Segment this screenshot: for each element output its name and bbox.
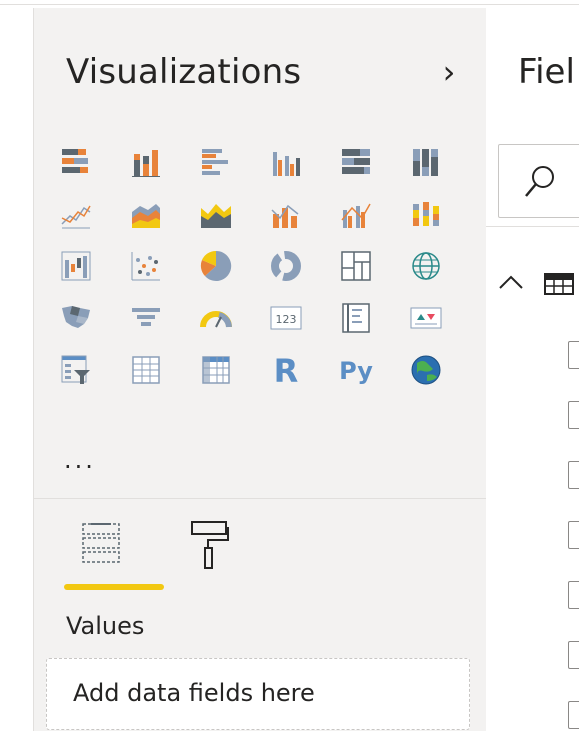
fields-icon [82,523,120,563]
more-visuals-button[interactable]: ... [64,446,96,474]
100-percent-stacked-column-chart-icon[interactable] [406,142,446,182]
pane-divider [34,498,486,499]
visualizations-pane: Visualizations › 123 R Py ... Values Add… [33,8,487,731]
visualizations-title: Visualizations [66,52,302,92]
waterfall-chart-icon[interactable] [56,246,96,286]
ribbon-chart-icon[interactable] [406,194,446,234]
line-and-stacked-column-chart-icon[interactable] [266,194,306,234]
python-visual-icon[interactable]: Py [336,350,376,390]
gauge-icon[interactable] [196,298,236,338]
search-icon [525,166,554,197]
filled-map-icon[interactable] [56,298,96,338]
values-drop-zone[interactable]: Add data fields here [46,658,470,730]
line-chart-icon[interactable] [56,194,96,234]
100-percent-stacked-bar-chart-icon[interactable] [336,142,376,182]
stacked-bar-chart-icon[interactable] [56,142,96,182]
stacked-area-chart-icon[interactable] [196,194,236,234]
field-checkbox[interactable] [568,521,579,549]
donut-chart-icon[interactable] [266,246,306,286]
table-icon[interactable] [126,350,166,390]
field-checkbox[interactable] [568,401,579,429]
multi-row-card-icon[interactable] [336,298,376,338]
scatter-chart-icon[interactable] [126,246,166,286]
fields-pane: Fiel [486,8,579,731]
paint-roller-icon [191,521,229,569]
chevron-right-icon[interactable]: › [434,54,464,90]
field-checkbox[interactable] [568,701,579,729]
field-checkbox[interactable] [568,581,579,609]
drop-zone-placeholder: Add data fields here [73,679,315,707]
fields-title: Fiel [518,52,575,92]
clustered-bar-chart-icon[interactable] [196,142,236,182]
fields-separator [486,226,579,227]
values-label: Values [66,612,145,640]
format-tab[interactable] [186,520,246,580]
stacked-column-chart-icon[interactable] [126,142,166,182]
funnel-icon[interactable] [126,298,166,338]
map-icon[interactable] [406,246,446,286]
line-and-clustered-column-chart-icon[interactable] [336,194,376,234]
chevron-up-icon[interactable] [498,272,524,292]
slicer-icon[interactable] [56,350,96,390]
r-script-label: R [274,353,299,387]
arcgis-map-icon[interactable] [406,350,446,390]
r-script-visual-icon[interactable]: R [266,350,306,390]
field-checkbox[interactable] [568,341,579,369]
pie-chart-icon[interactable] [196,246,236,286]
fields-tab[interactable] [79,520,139,580]
clustered-column-chart-icon[interactable] [266,142,306,182]
table-icon [544,273,574,295]
card-icon[interactable]: 123 [266,298,306,338]
python-visual-label: Py [339,357,373,385]
active-tab-indicator [64,584,164,590]
treemap-icon[interactable] [336,246,376,286]
area-chart-icon[interactable] [126,194,166,234]
fields-search-input[interactable] [498,144,579,218]
window-top-border [0,0,579,5]
card-icon-text: 123 [276,313,297,326]
kpi-icon[interactable] [406,298,446,338]
field-checkbox[interactable] [568,461,579,489]
field-checkbox[interactable] [568,641,579,669]
matrix-icon[interactable] [196,350,236,390]
